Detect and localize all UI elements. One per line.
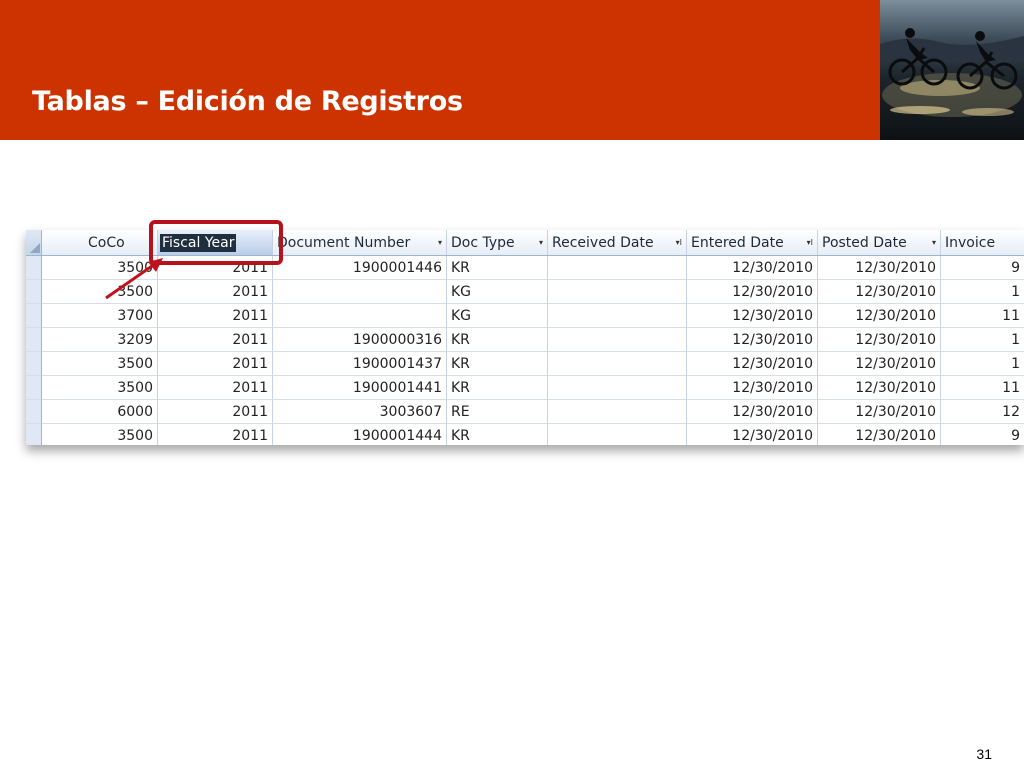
annotation-arrow-icon: [105, 258, 163, 300]
page-number: 31: [976, 746, 992, 762]
